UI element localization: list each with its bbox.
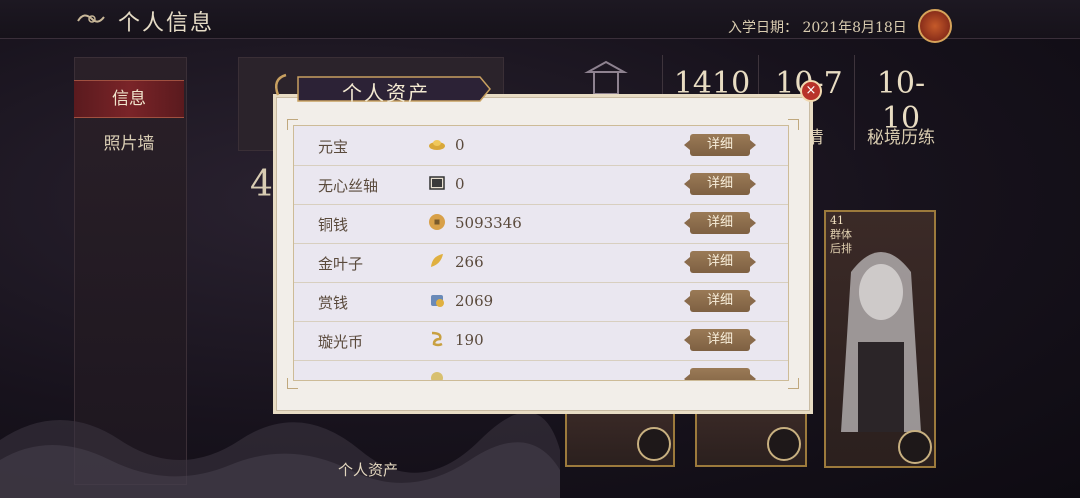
asset-row: 铜钱 5093346 详细 bbox=[294, 204, 788, 244]
detail-button[interactable]: 详细 bbox=[684, 173, 756, 195]
level-number: 4 bbox=[250, 164, 273, 205]
assets-modal: 元宝 0 详细 无心丝轴 0 详细 铜钱 5093346 详细 金叶子 266 … bbox=[276, 97, 810, 411]
menu-orb-button[interactable] bbox=[918, 9, 952, 43]
assets-tab-label[interactable]: 个人资产 bbox=[318, 459, 418, 480]
detail-button[interactable] bbox=[684, 368, 756, 380]
asset-value: 5093346 bbox=[455, 214, 522, 232]
character-card-featured[interactable]: 41 群体 后排 bbox=[824, 210, 936, 468]
asset-value: 266 bbox=[455, 253, 484, 271]
card-action-icon[interactable] bbox=[898, 430, 932, 464]
asset-row: 无心丝轴 0 详细 bbox=[294, 165, 788, 205]
asset-row: 璇光币 190 详细 bbox=[294, 321, 788, 361]
stat-label: 秘境历练 bbox=[867, 128, 935, 148]
header-bar: 个人信息 入学日期： 2021年8月18日 bbox=[0, 0, 1080, 43]
card-action-icon[interactable] bbox=[637, 427, 671, 461]
pavilion-icon bbox=[584, 60, 628, 95]
enroll-date: 入学日期： 2021年8月18日 bbox=[728, 20, 907, 36]
asset-row: 金叶子 266 详细 bbox=[294, 243, 788, 283]
corner-ornament bbox=[287, 119, 298, 130]
modal-title: 个人资产 bbox=[342, 81, 430, 105]
page-title: 个人信息 bbox=[118, 11, 215, 36]
partial-item-icon bbox=[431, 372, 443, 380]
detail-button[interactable]: 详细 bbox=[684, 251, 756, 273]
detail-button[interactable]: 详细 bbox=[684, 212, 756, 234]
asset-name: 金叶子 bbox=[318, 255, 364, 273]
copper-coin-icon bbox=[429, 214, 445, 230]
card-action-icon[interactable] bbox=[767, 427, 801, 461]
gold-leaf-icon bbox=[431, 254, 443, 267]
close-button[interactable]: × bbox=[800, 80, 822, 102]
asset-row: 赏钱 2069 详细 bbox=[294, 282, 788, 322]
asset-name: 元宝 bbox=[318, 138, 349, 156]
corner-ornament bbox=[788, 119, 799, 130]
asset-row: 元宝 0 详细 bbox=[294, 126, 788, 166]
asset-value: 0 bbox=[455, 175, 465, 193]
corner-ornament bbox=[287, 378, 298, 389]
asset-name: 无心丝轴 bbox=[318, 177, 379, 195]
character-portrait bbox=[841, 252, 921, 432]
nav-item-info[interactable]: 信息 bbox=[74, 80, 184, 118]
reward-money-icon bbox=[431, 295, 444, 307]
detail-button[interactable]: 详细 bbox=[684, 290, 756, 312]
asset-name: 铜钱 bbox=[318, 216, 349, 234]
character-card[interactable] bbox=[565, 405, 675, 467]
corner-ornament bbox=[788, 378, 799, 389]
asset-name: 赏钱 bbox=[318, 294, 349, 312]
asset-value: 190 bbox=[455, 331, 484, 349]
detail-button[interactable]: 详细 bbox=[684, 329, 756, 351]
silk-scroll-icon bbox=[429, 176, 445, 190]
asset-value: 2069 bbox=[455, 292, 494, 310]
asset-name: 璇光币 bbox=[318, 333, 364, 351]
stat-value: 1410 bbox=[673, 66, 751, 101]
detail-button[interactable]: 详细 bbox=[684, 134, 756, 156]
xuanguang-coin-icon bbox=[431, 331, 443, 347]
asset-value: 0 bbox=[455, 136, 465, 154]
character-card[interactable] bbox=[695, 405, 807, 467]
asset-row-partial bbox=[294, 360, 788, 380]
assets-list: 元宝 0 详细 无心丝轴 0 详细 铜钱 5093346 详细 金叶子 266 … bbox=[293, 125, 789, 381]
cloud-emblem-icon bbox=[77, 14, 105, 23]
nav-item-photo-wall[interactable]: 照片墙 bbox=[74, 126, 184, 162]
gold-ingot-icon bbox=[429, 140, 445, 150]
stat-divider bbox=[854, 55, 855, 150]
